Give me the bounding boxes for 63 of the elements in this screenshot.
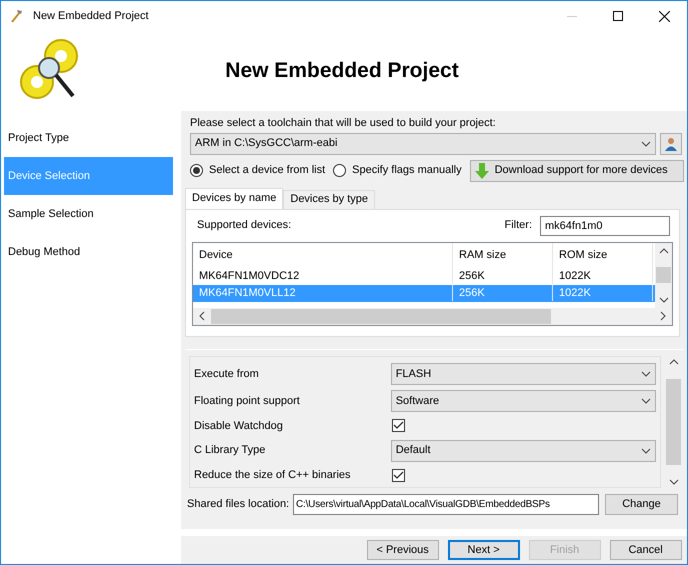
setting-label: C Library Type [194,443,266,458]
supported-devices-label: Supported devices: [197,218,292,234]
scroll-right-icon [660,311,666,321]
wizard-button[interactable]: Next > [448,540,520,560]
user-icon-button[interactable] [660,132,682,154]
scroll-up-icon [658,248,668,254]
table-cell: 1022K [553,284,653,302]
tab[interactable]: Devices by name [185,188,284,208]
checkbox[interactable] [392,468,405,482]
chevron-down-icon [641,371,651,377]
table-cell: MK64FN1M0VDC12 [193,268,453,284]
checkbox[interactable] [392,419,405,432]
wizard-button[interactable]: Cancel [610,540,682,560]
table-cell: 256K [453,268,553,284]
scroll-down-icon [658,296,668,302]
person-icon [664,136,678,150]
wizard-button[interactable]: < Previous [366,540,439,560]
scroll-down-icon [668,478,678,484]
change-button[interactable]: Change [605,494,678,514]
radio-label: Specify flags manually [352,163,462,178]
scroll-thumb[interactable] [211,308,551,324]
radio-label: Select a device from list [209,163,326,178]
dropdown[interactable]: Default [390,440,656,462]
window-title: New Embedded Project [33,8,149,24]
tab[interactable]: Devices by type [283,190,376,208]
table-cell: 1022K [553,268,653,284]
scroll-up-icon [668,358,678,364]
close-icon [658,10,670,22]
download-button[interactable]: Download support for more devices [470,160,684,182]
radio-button[interactable] [333,164,346,177]
setting-label: Reduce the size of C++ binaries [194,468,352,483]
horizontal-scrollbar[interactable] [193,308,672,324]
table-cell: 256K [453,284,553,302]
scroll-thumb[interactable] [666,378,681,464]
header-title: New Embedded Project [224,58,460,84]
setting-label: Disable Watchdog [194,418,284,434]
chevron-down-icon [641,398,651,404]
toolchain-label: Please select a toolchain that will be used to build your project: [190,116,497,131]
radio-button[interactable] [190,164,203,177]
sidebar-item[interactable]: Sample Selection [4,195,173,233]
dropdown[interactable]: Software [390,390,656,412]
column-header[interactable]: Device [193,242,453,268]
column-header[interactable]: ROM size [553,242,653,268]
setting-label: Execute from [194,366,260,382]
shared-files-field[interactable]: C:\Users\virtual\AppData\Local\VisualGDB\EmbeddedBSPs [293,494,599,514]
shared-files-label: Shared files location: [187,496,290,512]
device-row[interactable]: MK64FN1M0VDC12 256K 1022K [193,268,655,284]
dropdown[interactable]: ARM in C:\SysGCC\arm-eabi [190,132,656,154]
sidebar-item[interactable]: Project Type [4,119,173,157]
scroll-left-icon [199,311,205,321]
hammer-icon [9,8,25,24]
scroll-thumb[interactable] [656,267,671,283]
dropdown[interactable]: FLASH [390,363,656,385]
filter-label: Filter: [504,218,532,234]
filter-field[interactable]: mk64fn1m0 [540,216,670,236]
vertical-scrollbar[interactable] [655,242,672,308]
column-header[interactable]: RAM size [453,242,553,268]
table-cell: MK64FN1M0VLL12 [193,284,453,302]
chevron-down-icon [641,140,651,146]
chevron-down-icon [641,448,651,454]
setting-label: Floating point support [194,394,301,409]
down-arrow-icon [474,162,489,178]
sidebar-item[interactable]: Debug Method [4,233,173,271]
